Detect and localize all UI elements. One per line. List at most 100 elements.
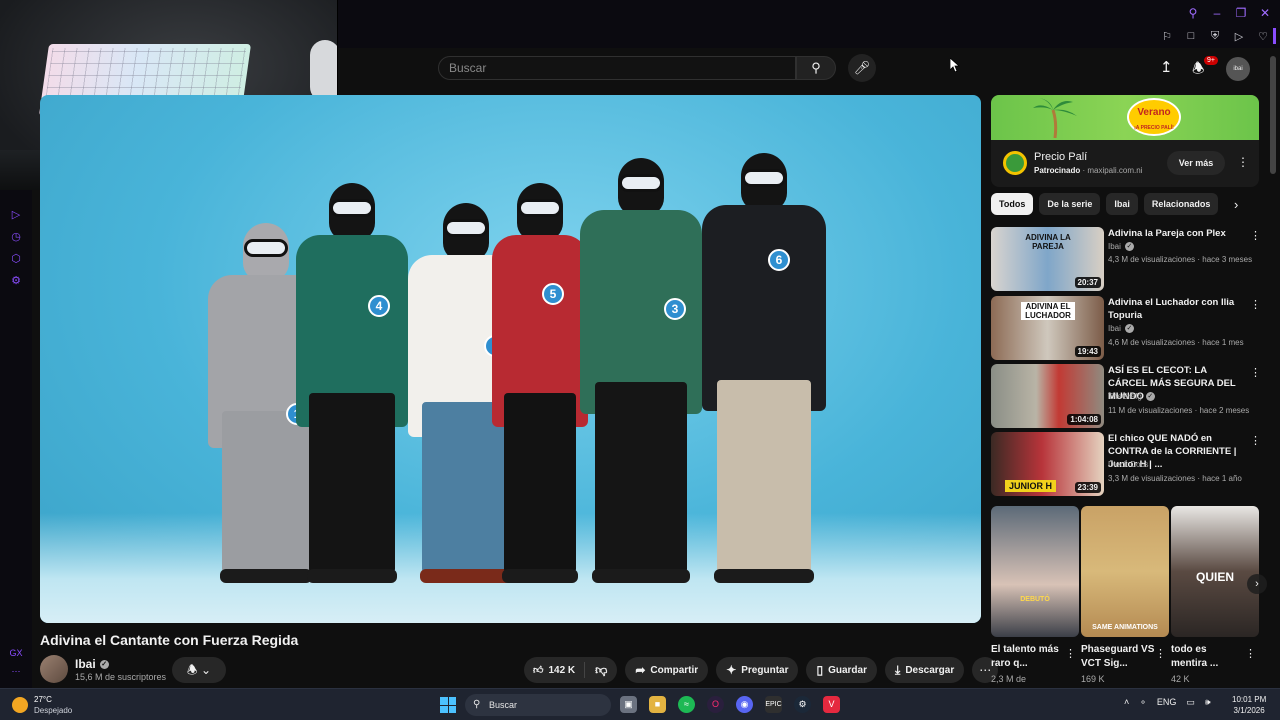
weather-moon-icon[interactable]: [12, 697, 28, 713]
settings-icon[interactable]: ⚙: [0, 270, 32, 292]
channel-avatar[interactable]: [40, 655, 68, 683]
valorant-icon[interactable]: V: [823, 696, 840, 713]
search-button[interactable]: ⚲: [796, 56, 836, 80]
short-thumbnail[interactable]: SAME ANIMATIONS: [1081, 506, 1169, 637]
ask-button[interactable]: ✦ Preguntar: [716, 657, 799, 683]
more-icon[interactable]: ⋮: [1250, 298, 1261, 311]
save-button[interactable]: ▯ Guardar: [806, 657, 877, 683]
chevron-right-icon[interactable]: ›: [1234, 197, 1238, 212]
chevron-up-icon[interactable]: ˄: [1124, 697, 1129, 708]
windows-start-icon[interactable]: [440, 697, 456, 713]
weather-condition[interactable]: Despejado: [34, 706, 72, 715]
page-scrollbar[interactable]: [1270, 56, 1276, 174]
restore-icon[interactable]: ❐: [1234, 6, 1248, 20]
contestant-number: 3: [664, 298, 686, 320]
save-label: Guardar: [828, 664, 867, 676]
gx-label[interactable]: GX: [0, 644, 32, 662]
advertiser-name[interactable]: Precio Palí: [1034, 151, 1087, 163]
recommendation-item[interactable]: JUNIOR H 23:39 El chico QUE NADÓ en CONT…: [991, 432, 1261, 496]
display-icon[interactable]: ▭: [1186, 697, 1195, 708]
file-explorer-icon[interactable]: ■: [649, 696, 666, 713]
task-view-icon[interactable]: ▣: [620, 696, 637, 713]
account-avatar[interactable]: ibai: [1226, 57, 1250, 81]
like-count: 142 K: [548, 664, 576, 676]
epic-games-icon[interactable]: EPIC: [765, 696, 782, 713]
spotify-icon[interactable]: ≈: [678, 696, 695, 713]
upload-icon[interactable]: ↥: [1160, 58, 1173, 76]
chip-all[interactable]: Todos: [991, 193, 1034, 215]
ad-menu-icon[interactable]: ⋮: [1237, 155, 1249, 169]
player-icon[interactable]: ▷: [1232, 30, 1246, 43]
channel-text: Ibai: [1108, 242, 1121, 251]
short-caption: SAME ANIMATIONS: [1092, 624, 1158, 631]
goggles: [518, 199, 562, 217]
subscription-bell-button[interactable]: 🕭︎ ⌄: [172, 657, 226, 683]
search-input[interactable]: Buscar: [438, 56, 796, 80]
discord-icon[interactable]: ◉: [736, 696, 753, 713]
notifications-bell-icon[interactable]: 🕭︎: [1192, 58, 1205, 82]
subscriber-count: 15,6 M de suscriptores: [75, 672, 167, 682]
like-button[interactable]: 👍︎ 142 K: [524, 662, 586, 678]
recommendation-item[interactable]: ADIVINA LA PAREJA 20:37 Adivina la Parej…: [991, 227, 1261, 291]
more-icon[interactable]: ⋮: [1250, 366, 1261, 379]
pin-icon[interactable]: ⚐: [1160, 30, 1174, 43]
microphone-icon[interactable]: ⚬: [1139, 697, 1147, 708]
more-icon[interactable]: ⋮: [1250, 229, 1261, 242]
taskbar-clock[interactable]: 10:01 PM 3/1/2026: [1232, 694, 1266, 716]
steam-icon[interactable]: ⚙: [794, 696, 811, 713]
short-title[interactable]: Phaseguard VS VCT Sig...: [1081, 643, 1155, 671]
more-icon[interactable]: ⋮: [1155, 647, 1166, 660]
ad-banner[interactable]: Verano ¡A PRECIO PALÍ!: [991, 95, 1259, 140]
box-icon[interactable]: ⬡: [0, 248, 32, 270]
channel-name[interactable]: Ibai ✓: [75, 657, 109, 671]
recommendation-item[interactable]: ADIVINA EL LUCHADOR 19:43 Adivina el Luc…: [991, 296, 1261, 360]
close-icon[interactable]: ✕: [1258, 6, 1272, 20]
video-thumbnail[interactable]: ADIVINA EL LUCHADOR 19:43: [991, 296, 1104, 360]
ad-card[interactable]: Verano ¡A PRECIO PALÍ! Precio Palí Patroc…: [991, 95, 1259, 187]
more-icon[interactable]: ⋮: [1065, 647, 1076, 660]
video-actions: 👍︎ 142 K 👎︎ ➦ Compartir ✦ Preguntar ▯ Guarda…: [524, 657, 999, 683]
volume-icon[interactable]: 🕪︎: [1205, 697, 1211, 708]
weather-temperature[interactable]: 27°C: [34, 695, 52, 704]
video-thumbnail[interactable]: ADIVINA LA PAREJA 20:37: [991, 227, 1104, 291]
chip-ibai[interactable]: Ibai: [1106, 193, 1138, 215]
advertiser-logo[interactable]: [1003, 151, 1027, 175]
share-button[interactable]: ➦ Compartir: [625, 657, 709, 683]
video-player[interactable]: 1 4 2 5: [40, 95, 981, 623]
opera-gx-icon[interactable]: O: [707, 696, 724, 713]
more-icon[interactable]: ⋮: [1250, 434, 1261, 447]
recommendation-title[interactable]: Adivina la Pareja con Plex: [1108, 227, 1246, 240]
heart-icon[interactable]: ♡: [1256, 30, 1270, 43]
history-icon[interactable]: ◷: [0, 226, 32, 248]
voice-search-button[interactable]: 🎤︎: [848, 54, 876, 82]
taskbar-search[interactable]: ⚲ Buscar: [465, 694, 611, 716]
language-indicator[interactable]: ENG: [1157, 697, 1177, 708]
chip-series[interactable]: De la serie: [1039, 193, 1101, 215]
recommendation-item[interactable]: 1:04:08 ASÍ ES EL CECOT: LA CÁRCEL MÁS S…: [991, 364, 1261, 428]
minimize-icon[interactable]: –: [1210, 6, 1224, 20]
channel-name-text[interactable]: Ibai: [75, 657, 96, 671]
chip-related[interactable]: Relacionados: [1143, 193, 1219, 215]
mouse-cursor-icon: [950, 58, 960, 72]
short-title[interactable]: El talento más raro q...: [991, 643, 1065, 671]
video-thumbnail[interactable]: JUNIOR H 23:39: [991, 432, 1104, 496]
snapshot-icon[interactable]: □: [1184, 30, 1198, 43]
short-title[interactable]: todo es mentira ...: [1171, 643, 1245, 671]
more-icon[interactable]: ⋮: [1245, 647, 1256, 660]
video-thumbnail[interactable]: 1:04:08: [991, 364, 1104, 428]
recommendation-meta: 11 M de visualizaciones · hace 2 meses: [1108, 406, 1250, 415]
ad-cta-button[interactable]: Ver más: [1167, 151, 1225, 175]
short-thumbnail[interactable]: QUIEN: [1171, 506, 1259, 637]
search-icon[interactable]: ⚲: [1186, 6, 1200, 20]
player-icon[interactable]: ▷: [0, 204, 32, 226]
recommendation-meta: 4,6 M de visualizaciones · hace 1 mes: [1108, 338, 1244, 347]
dislike-button[interactable]: 👎︎: [585, 663, 617, 678]
thumbs-up-icon: 👍︎: [533, 665, 544, 676]
chevron-right-icon[interactable]: ›: [1247, 574, 1267, 594]
shield-icon[interactable]: ⛨: [1208, 30, 1222, 43]
recommendation-title[interactable]: Adivina el Luchador con Ilia Topuria: [1108, 296, 1246, 322]
short-thumbnail[interactable]: DEBUTÓ: [991, 506, 1079, 637]
download-button[interactable]: ⤓ Descargar: [885, 657, 965, 683]
video-duration: 20:37: [1074, 277, 1101, 288]
more-icon[interactable]: ⋯: [0, 662, 32, 680]
